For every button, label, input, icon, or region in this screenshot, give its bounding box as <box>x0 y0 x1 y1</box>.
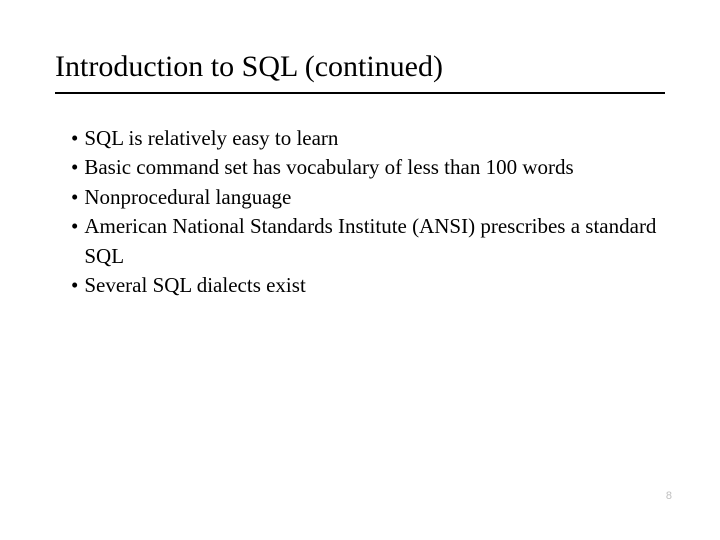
list-item: • Nonprocedural language <box>71 183 665 212</box>
bullet-icon: • <box>71 212 78 241</box>
bullet-list: • SQL is relatively easy to learn • Basi… <box>55 124 665 300</box>
list-item: • Several SQL dialects exist <box>71 271 665 300</box>
page-number: 8 <box>666 490 672 502</box>
bullet-icon: • <box>71 271 78 300</box>
list-item: • Basic command set has vocabulary of le… <box>71 153 665 182</box>
bullet-icon: • <box>71 124 78 153</box>
bullet-text: SQL is relatively easy to learn <box>84 124 665 153</box>
bullet-text: Several SQL dialects exist <box>84 271 665 300</box>
bullet-text: Basic command set has vocabulary of less… <box>84 153 665 182</box>
bullet-text: Nonprocedural language <box>84 183 665 212</box>
list-item: • American National Standards Institute … <box>71 212 665 271</box>
bullet-text: American National Standards Institute (A… <box>84 212 665 271</box>
bullet-icon: • <box>71 153 78 182</box>
bullet-icon: • <box>71 183 78 212</box>
list-item: • SQL is relatively easy to learn <box>71 124 665 153</box>
page-title: Introduction to SQL (continued) <box>55 50 665 94</box>
